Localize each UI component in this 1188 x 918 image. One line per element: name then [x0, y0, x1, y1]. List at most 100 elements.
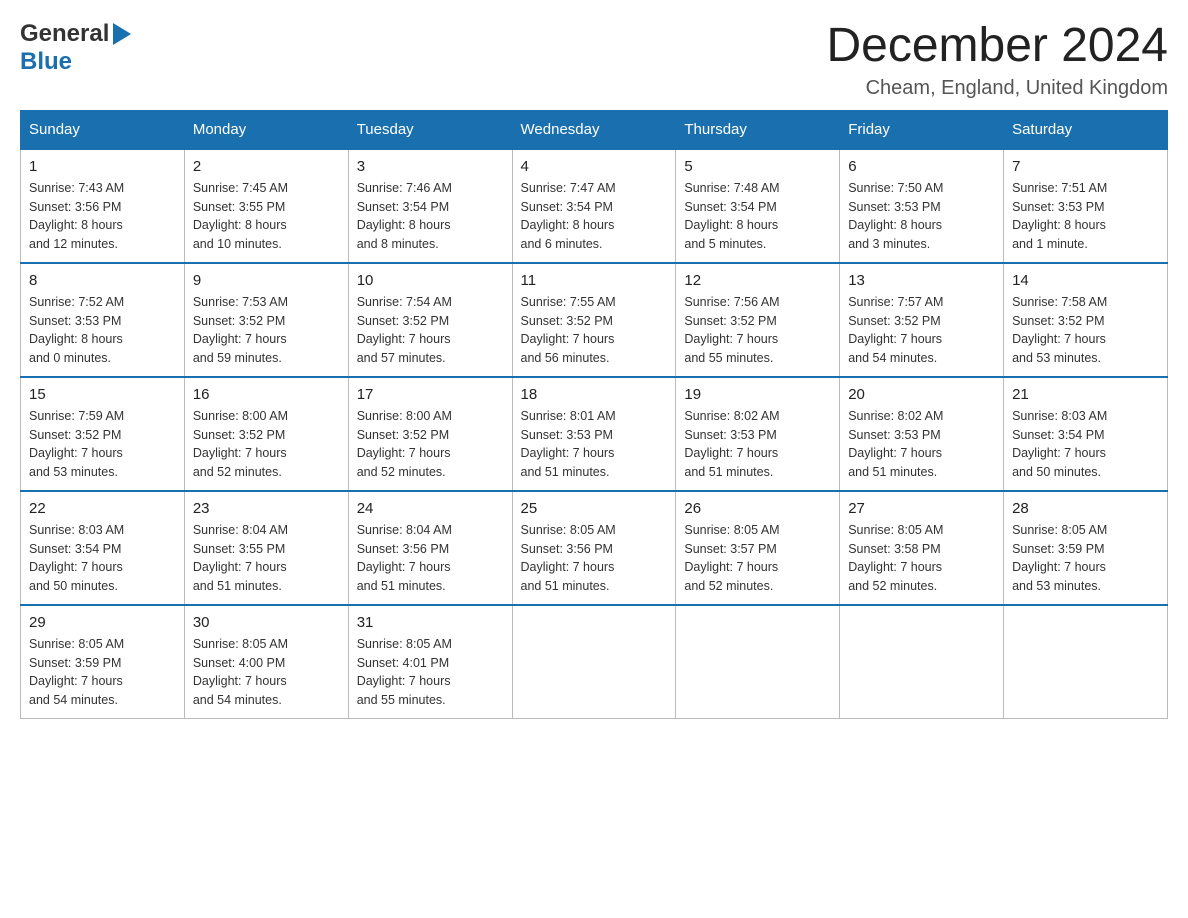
- day-info: Sunrise: 8:05 AM Sunset: 4:00 PM Dayligh…: [193, 635, 340, 710]
- day-info: Sunrise: 8:04 AM Sunset: 3:56 PM Dayligh…: [357, 521, 504, 596]
- calendar-day-cell: 25 Sunrise: 8:05 AM Sunset: 3:56 PM Dayl…: [512, 491, 676, 605]
- weekday-header-monday: Monday: [184, 110, 348, 149]
- weekday-header-thursday: Thursday: [676, 110, 840, 149]
- day-info: Sunrise: 7:54 AM Sunset: 3:52 PM Dayligh…: [357, 293, 504, 368]
- month-title: December 2024: [826, 20, 1168, 73]
- weekday-header-row: SundayMondayTuesdayWednesdayThursdayFrid…: [21, 110, 1168, 149]
- day-number: 6: [848, 158, 995, 175]
- day-info: Sunrise: 7:52 AM Sunset: 3:53 PM Dayligh…: [29, 293, 176, 368]
- day-number: 31: [357, 614, 504, 631]
- calendar-day-cell: 1 Sunrise: 7:43 AM Sunset: 3:56 PM Dayli…: [21, 149, 185, 263]
- day-info: Sunrise: 7:45 AM Sunset: 3:55 PM Dayligh…: [193, 179, 340, 254]
- day-info: Sunrise: 8:00 AM Sunset: 3:52 PM Dayligh…: [193, 407, 340, 482]
- calendar-day-cell: 17 Sunrise: 8:00 AM Sunset: 3:52 PM Dayl…: [348, 377, 512, 491]
- day-number: 21: [1012, 386, 1159, 403]
- calendar-day-cell: 18 Sunrise: 8:01 AM Sunset: 3:53 PM Dayl…: [512, 377, 676, 491]
- day-info: Sunrise: 7:58 AM Sunset: 3:52 PM Dayligh…: [1012, 293, 1159, 368]
- calendar-day-cell: 13 Sunrise: 7:57 AM Sunset: 3:52 PM Dayl…: [840, 263, 1004, 377]
- calendar-day-cell: 26 Sunrise: 8:05 AM Sunset: 3:57 PM Dayl…: [676, 491, 840, 605]
- day-number: 23: [193, 500, 340, 517]
- day-number: 1: [29, 158, 176, 175]
- day-info: Sunrise: 8:01 AM Sunset: 3:53 PM Dayligh…: [521, 407, 668, 482]
- day-number: 30: [193, 614, 340, 631]
- day-number: 20: [848, 386, 995, 403]
- calendar-day-cell: 7 Sunrise: 7:51 AM Sunset: 3:53 PM Dayli…: [1004, 149, 1168, 263]
- calendar-day-cell: 8 Sunrise: 7:52 AM Sunset: 3:53 PM Dayli…: [21, 263, 185, 377]
- day-number: 10: [357, 272, 504, 289]
- weekday-header-friday: Friday: [840, 110, 1004, 149]
- calendar-day-cell: 28 Sunrise: 8:05 AM Sunset: 3:59 PM Dayl…: [1004, 491, 1168, 605]
- day-number: 15: [29, 386, 176, 403]
- weekday-header-sunday: Sunday: [21, 110, 185, 149]
- day-info: Sunrise: 8:04 AM Sunset: 3:55 PM Dayligh…: [193, 521, 340, 596]
- day-info: Sunrise: 8:05 AM Sunset: 3:58 PM Dayligh…: [848, 521, 995, 596]
- calendar-week-row: 29 Sunrise: 8:05 AM Sunset: 3:59 PM Dayl…: [21, 605, 1168, 719]
- day-number: 8: [29, 272, 176, 289]
- calendar-week-row: 15 Sunrise: 7:59 AM Sunset: 3:52 PM Dayl…: [21, 377, 1168, 491]
- calendar-day-cell: 11 Sunrise: 7:55 AM Sunset: 3:52 PM Dayl…: [512, 263, 676, 377]
- day-info: Sunrise: 8:05 AM Sunset: 3:59 PM Dayligh…: [1012, 521, 1159, 596]
- page-header: General Blue December 2024 Cheam, Englan…: [20, 20, 1168, 100]
- location-text: Cheam, England, United Kingdom: [826, 77, 1168, 100]
- calendar-day-cell: 9 Sunrise: 7:53 AM Sunset: 3:52 PM Dayli…: [184, 263, 348, 377]
- day-number: 29: [29, 614, 176, 631]
- calendar-day-cell: 23 Sunrise: 8:04 AM Sunset: 3:55 PM Dayl…: [184, 491, 348, 605]
- day-info: Sunrise: 8:03 AM Sunset: 3:54 PM Dayligh…: [29, 521, 176, 596]
- day-info: Sunrise: 8:05 AM Sunset: 3:57 PM Dayligh…: [684, 521, 831, 596]
- calendar-week-row: 1 Sunrise: 7:43 AM Sunset: 3:56 PM Dayli…: [21, 149, 1168, 263]
- weekday-header-saturday: Saturday: [1004, 110, 1168, 149]
- day-info: Sunrise: 7:50 AM Sunset: 3:53 PM Dayligh…: [848, 179, 995, 254]
- day-info: Sunrise: 7:53 AM Sunset: 3:52 PM Dayligh…: [193, 293, 340, 368]
- day-number: 11: [521, 272, 668, 289]
- day-number: 16: [193, 386, 340, 403]
- day-number: 7: [1012, 158, 1159, 175]
- day-info: Sunrise: 7:43 AM Sunset: 3:56 PM Dayligh…: [29, 179, 176, 254]
- calendar-week-row: 22 Sunrise: 8:03 AM Sunset: 3:54 PM Dayl…: [21, 491, 1168, 605]
- weekday-header-wednesday: Wednesday: [512, 110, 676, 149]
- day-info: Sunrise: 8:03 AM Sunset: 3:54 PM Dayligh…: [1012, 407, 1159, 482]
- calendar-day-cell: 27 Sunrise: 8:05 AM Sunset: 3:58 PM Dayl…: [840, 491, 1004, 605]
- calendar-table: SundayMondayTuesdayWednesdayThursdayFrid…: [20, 110, 1168, 719]
- day-info: Sunrise: 8:00 AM Sunset: 3:52 PM Dayligh…: [357, 407, 504, 482]
- calendar-week-row: 8 Sunrise: 7:52 AM Sunset: 3:53 PM Dayli…: [21, 263, 1168, 377]
- logo-general-text: General: [20, 20, 109, 48]
- day-number: 2: [193, 158, 340, 175]
- calendar-day-cell: 12 Sunrise: 7:56 AM Sunset: 3:52 PM Dayl…: [676, 263, 840, 377]
- calendar-day-cell: 3 Sunrise: 7:46 AM Sunset: 3:54 PM Dayli…: [348, 149, 512, 263]
- calendar-day-cell: 5 Sunrise: 7:48 AM Sunset: 3:54 PM Dayli…: [676, 149, 840, 263]
- calendar-day-cell: 16 Sunrise: 8:00 AM Sunset: 3:52 PM Dayl…: [184, 377, 348, 491]
- day-info: Sunrise: 7:57 AM Sunset: 3:52 PM Dayligh…: [848, 293, 995, 368]
- day-info: Sunrise: 7:59 AM Sunset: 3:52 PM Dayligh…: [29, 407, 176, 482]
- day-number: 5: [684, 158, 831, 175]
- calendar-day-cell: [840, 605, 1004, 719]
- calendar-day-cell: 14 Sunrise: 7:58 AM Sunset: 3:52 PM Dayl…: [1004, 263, 1168, 377]
- day-info: Sunrise: 8:05 AM Sunset: 4:01 PM Dayligh…: [357, 635, 504, 710]
- calendar-day-cell: 15 Sunrise: 7:59 AM Sunset: 3:52 PM Dayl…: [21, 377, 185, 491]
- calendar-day-cell: 19 Sunrise: 8:02 AM Sunset: 3:53 PM Dayl…: [676, 377, 840, 491]
- day-info: Sunrise: 8:02 AM Sunset: 3:53 PM Dayligh…: [684, 407, 831, 482]
- day-number: 27: [848, 500, 995, 517]
- calendar-day-cell: 20 Sunrise: 8:02 AM Sunset: 3:53 PM Dayl…: [840, 377, 1004, 491]
- calendar-day-cell: 4 Sunrise: 7:47 AM Sunset: 3:54 PM Dayli…: [512, 149, 676, 263]
- day-number: 28: [1012, 500, 1159, 517]
- day-info: Sunrise: 8:05 AM Sunset: 3:56 PM Dayligh…: [521, 521, 668, 596]
- calendar-day-cell: 2 Sunrise: 7:45 AM Sunset: 3:55 PM Dayli…: [184, 149, 348, 263]
- day-number: 9: [193, 272, 340, 289]
- calendar-day-cell: 6 Sunrise: 7:50 AM Sunset: 3:53 PM Dayli…: [840, 149, 1004, 263]
- calendar-day-cell: [1004, 605, 1168, 719]
- day-number: 13: [848, 272, 995, 289]
- day-number: 18: [521, 386, 668, 403]
- calendar-day-cell: 10 Sunrise: 7:54 AM Sunset: 3:52 PM Dayl…: [348, 263, 512, 377]
- calendar-day-cell: 29 Sunrise: 8:05 AM Sunset: 3:59 PM Dayl…: [21, 605, 185, 719]
- day-number: 26: [684, 500, 831, 517]
- calendar-day-cell: 22 Sunrise: 8:03 AM Sunset: 3:54 PM Dayl…: [21, 491, 185, 605]
- day-number: 25: [521, 500, 668, 517]
- calendar-day-cell: [512, 605, 676, 719]
- title-section: December 2024 Cheam, England, United Kin…: [826, 20, 1168, 100]
- logo: General Blue: [20, 20, 131, 76]
- calendar-day-cell: 30 Sunrise: 8:05 AM Sunset: 4:00 PM Dayl…: [184, 605, 348, 719]
- weekday-header-tuesday: Tuesday: [348, 110, 512, 149]
- calendar-day-cell: 21 Sunrise: 8:03 AM Sunset: 3:54 PM Dayl…: [1004, 377, 1168, 491]
- day-info: Sunrise: 7:51 AM Sunset: 3:53 PM Dayligh…: [1012, 179, 1159, 254]
- day-number: 12: [684, 272, 831, 289]
